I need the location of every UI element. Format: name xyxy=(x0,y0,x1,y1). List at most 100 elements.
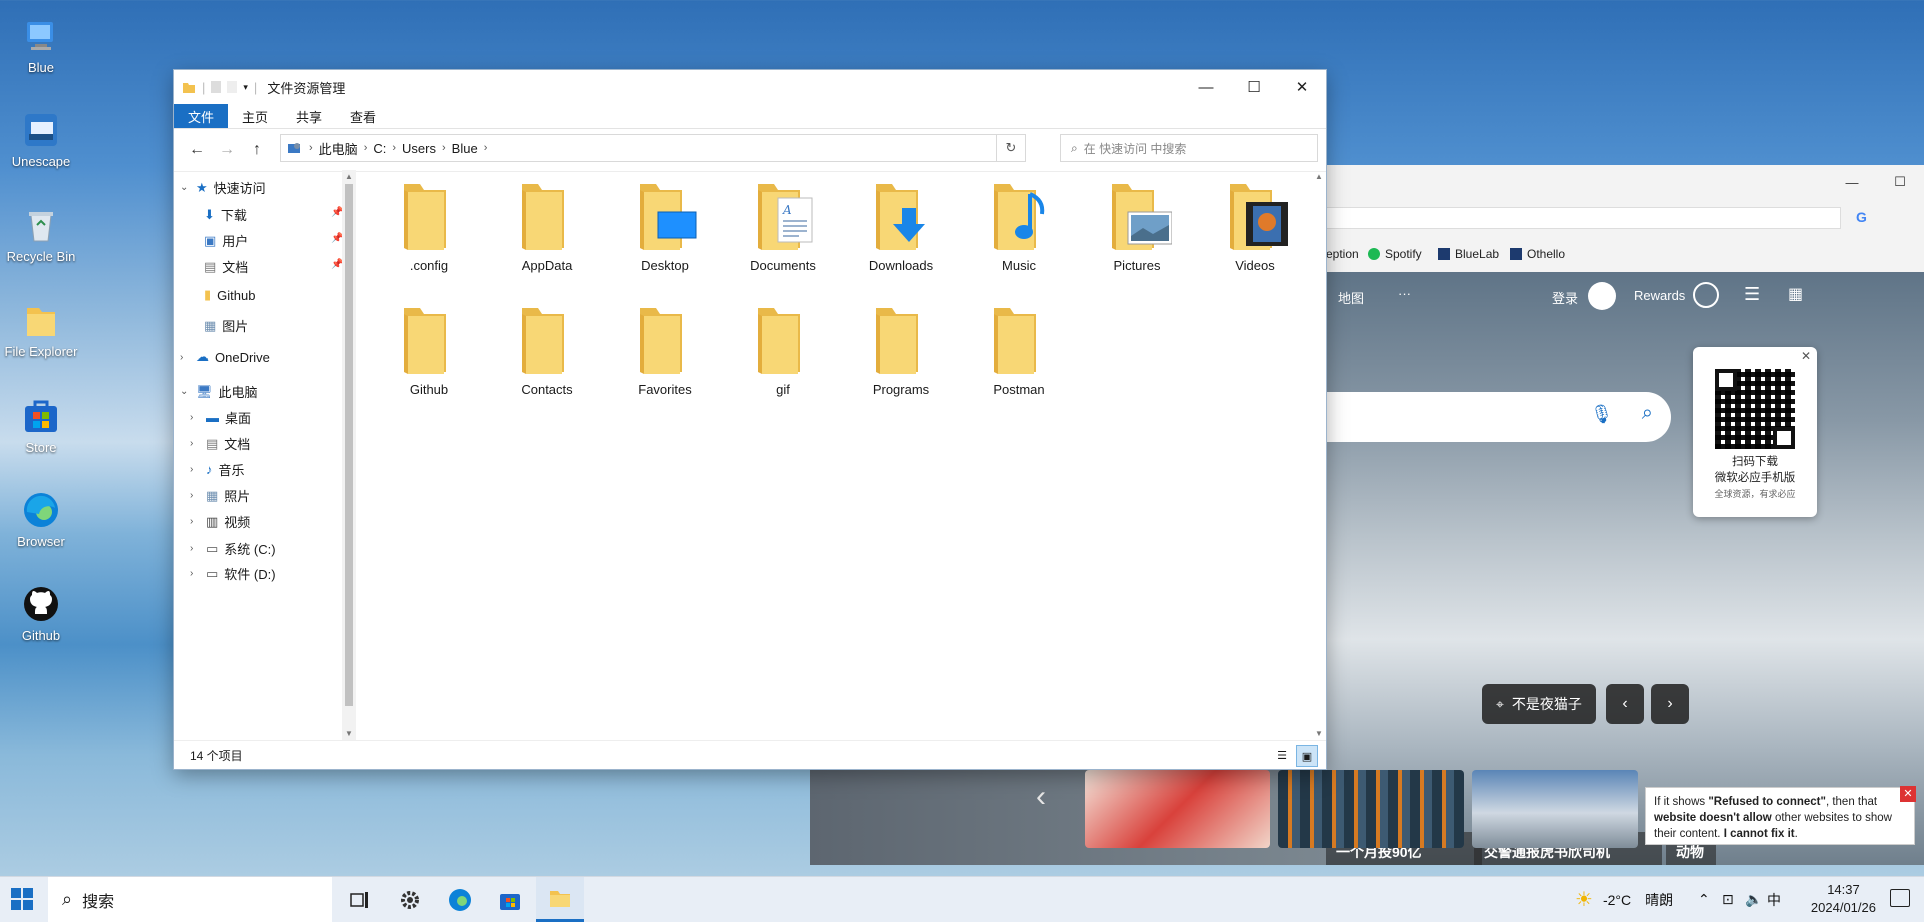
show-hidden-icons-chevron-up-icon[interactable]: ⌃ xyxy=(1698,877,1710,922)
folder-item[interactable]: Pictures xyxy=(1082,178,1192,273)
folder-item[interactable]: Favorites xyxy=(610,302,720,397)
prev-image-button[interactable]: ‹ xyxy=(1606,684,1644,724)
folder-item[interactable]: Music xyxy=(964,178,1074,273)
search-icon[interactable]: ⌕ xyxy=(1642,402,1653,425)
image-location-pill[interactable]: ⌖ 不是夜猫子 xyxy=(1482,684,1596,724)
nav-item-music[interactable]: › ♪ 音乐 xyxy=(190,460,245,479)
maximize-icon[interactable]: ☐ xyxy=(1876,165,1924,199)
task-view-icon[interactable] xyxy=(336,877,384,922)
breadcrumb-this-pc[interactable]: 此电脑 xyxy=(319,139,358,158)
nav-item-documents[interactable]: ▤ 文档 xyxy=(204,257,248,276)
details-view-icon[interactable]: ☰ xyxy=(1272,745,1292,765)
rewards-link[interactable]: Rewards xyxy=(1634,288,1685,303)
nav-quick-access[interactable]: ⌄ ★ 快速访问 xyxy=(180,178,266,197)
back-arrow-icon[interactable]: ← xyxy=(182,141,212,159)
close-icon[interactable]: ✕ xyxy=(1801,349,1811,363)
folder-item[interactable]: Desktop xyxy=(610,178,720,273)
chevron-right-icon[interactable]: › xyxy=(190,438,200,449)
nav-pane-scrollbar[interactable]: ▲ ▼ xyxy=(342,170,356,740)
network-icon[interactable]: ⊡ xyxy=(1722,877,1734,922)
desktop-icon-github[interactable]: Github xyxy=(0,584,82,643)
folder-item[interactable]: Programs xyxy=(846,302,956,397)
settings-gear-icon[interactable] xyxy=(386,877,434,922)
rewards-icon[interactable] xyxy=(1693,282,1719,308)
file-explorer-taskbar-icon[interactable] xyxy=(536,877,584,922)
close-icon[interactable]: ✕ xyxy=(1900,786,1916,802)
scroll-down-icon[interactable]: ▼ xyxy=(1312,729,1326,738)
large-icons-view-icon[interactable]: ▣ xyxy=(1296,745,1318,767)
desktop-icon-file-explorer[interactable]: File Explorer xyxy=(0,300,82,359)
chevron-right-icon[interactable]: › xyxy=(190,543,200,554)
browser-address-bar[interactable] xyxy=(1326,207,1841,229)
nav-more-link[interactable]: ··· xyxy=(1398,286,1411,301)
tab-share[interactable]: 共享 xyxy=(282,104,336,128)
tab-file[interactable]: 文件 xyxy=(174,104,229,128)
clock[interactable]: 14:37 2024/01/26 xyxy=(1811,881,1876,917)
chevron-right-icon[interactable]: › xyxy=(190,490,200,501)
scroll-down-icon[interactable]: ▼ xyxy=(342,729,356,738)
nav-onedrive[interactable]: › ☁ OneDrive xyxy=(180,349,270,365)
folder-item[interactable]: Github xyxy=(374,302,484,397)
customize-dropdown-icon[interactable]: ▾ xyxy=(243,82,248,93)
nav-item-github[interactable]: ▮ Github xyxy=(204,287,255,303)
windows-start-icon[interactable] xyxy=(10,887,34,911)
bookmark-spotify[interactable]: Spotify xyxy=(1368,247,1422,261)
nav-item-downloads[interactable]: ⬇ 下载 xyxy=(204,205,247,224)
folder-item[interactable]: Postman xyxy=(964,302,1074,397)
google-icon[interactable]: G xyxy=(1856,209,1867,225)
nav-item-pc-documents[interactable]: › ▤ 文档 xyxy=(190,434,250,453)
folder-item[interactable]: gif xyxy=(728,302,838,397)
tab-view[interactable]: 查看 xyxy=(336,104,390,128)
close-button[interactable]: ✕ xyxy=(1278,70,1326,104)
chevron-right-icon[interactable]: › xyxy=(190,464,200,475)
maximize-button[interactable]: ☐ xyxy=(1230,70,1278,104)
microphone-icon[interactable]: 🎙 xyxy=(1590,404,1613,425)
chevron-right-icon[interactable]: › xyxy=(180,352,190,363)
folder-item[interactable]: AppData xyxy=(492,178,602,273)
up-arrow-icon[interactable]: ↑ xyxy=(242,141,272,159)
hamburger-menu-icon[interactable]: ☰ xyxy=(1744,284,1760,305)
news-thumbnail[interactable] xyxy=(1472,770,1638,848)
taskbar-search-box[interactable]: ⌕ 搜索 xyxy=(48,877,332,922)
qr-code-icon[interactable]: ▦ xyxy=(1788,284,1803,304)
breadcrumb-c-drive[interactable]: C: xyxy=(373,141,386,156)
nav-item-pictures[interactable]: ▦ 图片 xyxy=(204,316,248,335)
folder-item[interactable]: .config xyxy=(374,178,484,273)
minimize-icon[interactable]: — xyxy=(1828,165,1876,199)
bookmark-bluelab[interactable]: BlueLab xyxy=(1438,247,1499,261)
properties-icon[interactable] xyxy=(211,81,222,93)
folder-item[interactable]: Downloads xyxy=(846,178,956,273)
bookmark-othello[interactable]: Othello xyxy=(1510,247,1565,261)
tab-home[interactable]: 主页 xyxy=(228,104,282,128)
folder-item[interactable]: Videos xyxy=(1200,178,1310,273)
input-method-indicator[interactable]: 中 xyxy=(1767,877,1781,922)
scroll-up-icon[interactable]: ▲ xyxy=(342,172,356,181)
desktop-icon-store[interactable]: Store xyxy=(0,396,82,455)
chevron-right-icon[interactable]: › xyxy=(190,516,200,527)
edge-browser-icon[interactable] xyxy=(436,877,484,922)
login-link[interactable]: 登录 xyxy=(1552,288,1578,307)
nav-item-photos[interactable]: › ▦ 照片 xyxy=(190,486,250,505)
forward-arrow-icon[interactable]: → xyxy=(212,141,242,159)
address-bar[interactable]: › 此电脑 › C: › Users › Blue › ↻ xyxy=(280,134,1026,162)
news-thumbnail[interactable] xyxy=(1085,770,1270,848)
nav-this-pc[interactable]: ⌄ 🖥 此电脑 xyxy=(180,382,258,401)
search-input[interactable]: ⌕ 在 快速访问 中搜索 xyxy=(1060,134,1318,162)
folder-item[interactable]: A Documents xyxy=(728,178,838,273)
new-folder-icon[interactable] xyxy=(227,81,238,93)
store-bag-icon[interactable] xyxy=(486,877,534,922)
news-thumbnail[interactable] xyxy=(1278,770,1464,848)
chevron-left-icon[interactable]: ‹ xyxy=(1036,780,1046,814)
nav-item-d-drive[interactable]: › ▭ 软件 (D:) xyxy=(190,564,276,583)
bing-search-box[interactable]: 🎙 ⌕ xyxy=(1326,392,1671,442)
bookmark-item[interactable]: eption xyxy=(1326,247,1359,261)
weather-widget[interactable]: ☀ -2°C 晴朗 xyxy=(1575,877,1673,922)
desktop-icon-browser[interactable]: Browser xyxy=(0,490,82,549)
nav-maps-link[interactable]: 地图 xyxy=(1338,288,1364,307)
scroll-up-icon[interactable]: ▲ xyxy=(1312,172,1326,181)
next-image-button[interactable]: › xyxy=(1651,684,1689,724)
chevron-right-icon[interactable]: › xyxy=(190,568,200,579)
breadcrumb-users[interactable]: Users xyxy=(402,141,436,156)
desktop-icon-blue[interactable]: Blue xyxy=(0,16,82,75)
scrollbar-thumb[interactable] xyxy=(345,184,353,706)
